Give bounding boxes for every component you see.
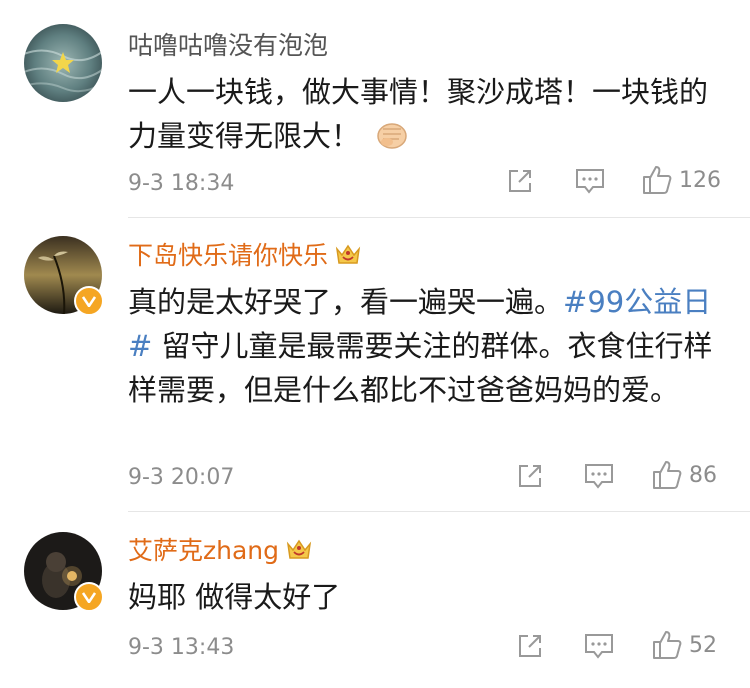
share-icon [519, 465, 541, 487]
thumbs-up-icon [643, 166, 672, 194]
reply-button[interactable] [583, 631, 615, 661]
comment-text-body: 留守儿童是最需要关注的群体。衣食住行样样需要，但是什么都比不过爸爸妈妈的爱。 [128, 329, 713, 407]
username[interactable]: 艾萨克zhang [128, 535, 313, 570]
share-button[interactable] [515, 631, 545, 661]
reply-button[interactable] [583, 461, 615, 491]
comment-text-body: 真的是太好哭了，看一遍哭一遍。 [128, 285, 564, 319]
timestamp: 9-3 13:43 [128, 635, 235, 660]
like-count: 126 [679, 167, 721, 193]
thumbs-up-icon [653, 631, 682, 659]
avatar[interactable] [24, 24, 102, 102]
like-count: 86 [689, 462, 717, 488]
comment-text: 真的是太好哭了，看一遍哭一遍。#99公益日# 留守儿童是最需要关注的群体。衣食住… [128, 280, 728, 412]
like-button[interactable]: 86 [651, 459, 717, 491]
vip-crown-icon [334, 241, 362, 275]
like-button[interactable]: 126 [641, 164, 721, 196]
comment-icon [585, 634, 613, 659]
like-count: 52 [689, 632, 717, 658]
avatar[interactable] [24, 236, 104, 316]
username[interactable]: 咕噜咕噜没有泡泡 [128, 30, 328, 62]
fist-emoji-icon [375, 118, 409, 162]
username[interactable]: 下岛快乐请你快乐 [128, 240, 362, 275]
comment-icon [576, 169, 604, 194]
divider [128, 511, 750, 512]
comment-text-body: 一人一块钱，做大事情！聚沙成塔！一块钱的力量变得无限大！ [128, 75, 709, 153]
thumbs-up-icon [653, 461, 682, 489]
share-icon [509, 170, 531, 192]
comment-text: 妈耶 做得太好了 [128, 580, 341, 614]
timestamp: 9-3 18:34 [128, 171, 235, 196]
avatar[interactable] [24, 532, 104, 612]
verified-badge-icon [74, 286, 104, 316]
verified-badge-icon [74, 582, 104, 612]
reply-button[interactable] [574, 166, 606, 196]
comment-icon [585, 464, 613, 489]
sea-avatar-icon [24, 24, 102, 102]
vip-crown-icon [285, 536, 313, 570]
share-icon [519, 635, 541, 657]
share-button[interactable] [515, 461, 545, 491]
timestamp: 9-3 20:07 [128, 465, 235, 490]
username-text: 下岛快乐请你快乐 [128, 241, 329, 270]
like-button[interactable]: 52 [651, 629, 717, 661]
divider [128, 217, 750, 218]
comment-text: 一人一块钱，做大事情！聚沙成塔！一块钱的力量变得无限大！ [128, 70, 728, 162]
share-button[interactable] [505, 166, 535, 196]
username-text: 艾萨克zhang [128, 536, 280, 565]
